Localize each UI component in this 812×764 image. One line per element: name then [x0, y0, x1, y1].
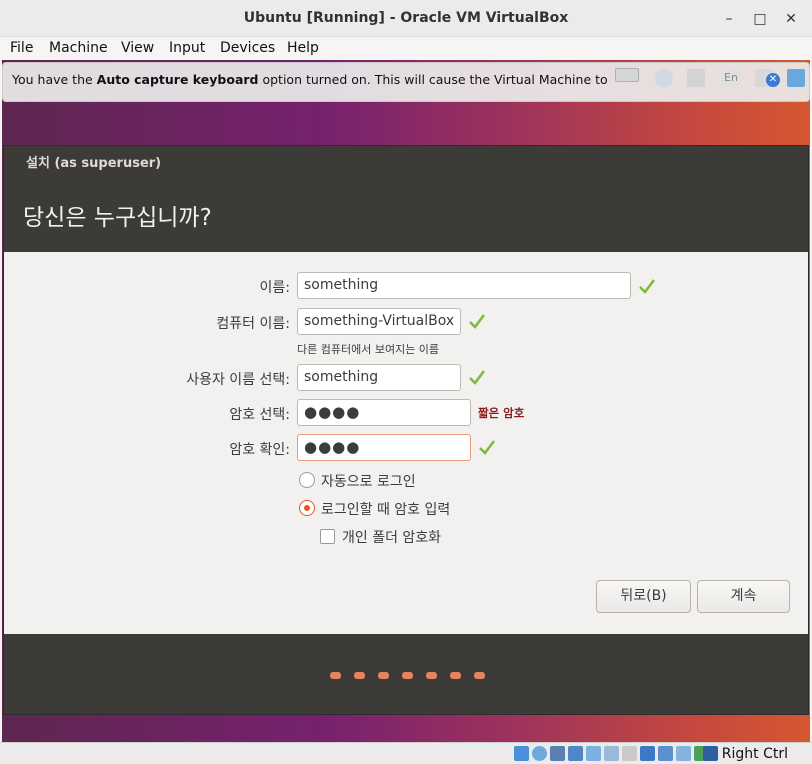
dialog-header: 설치 (as superuser) 당신은 누구십니까?: [4, 146, 808, 252]
name-label: 이름:: [259, 280, 290, 296]
username-label: 사용자 이름 선택:: [186, 372, 290, 388]
optical-drive-icon[interactable]: [532, 746, 547, 761]
menu-bar: File Machine View Input Devices Help: [0, 37, 812, 60]
progress-step: [426, 672, 437, 679]
require-password-radio[interactable]: [299, 500, 315, 516]
page-title: 당신은 누구십니까?: [23, 205, 212, 231]
dialog-body: 이름: something 컴퓨터 이름: something-VirtualB…: [4, 252, 808, 634]
menu-input[interactable]: Input: [169, 40, 205, 56]
dialog-window-title: 설치 (as superuser): [26, 156, 162, 171]
password-label: 암호 선택:: [229, 407, 290, 423]
progress-step: [402, 672, 413, 679]
mouse-integration-icon[interactable]: [676, 746, 691, 761]
audio-icon[interactable]: [550, 746, 565, 761]
encrypt-home-label[interactable]: 개인 폴더 암호화: [342, 527, 441, 547]
arrow-icon: [687, 69, 705, 87]
menu-machine[interactable]: Machine: [49, 40, 108, 56]
arrow-down-icon[interactable]: [703, 746, 718, 761]
check-icon: [469, 370, 485, 385]
progress-step: [330, 672, 341, 679]
menu-file[interactable]: File: [10, 40, 33, 56]
check-icon: [469, 314, 485, 329]
mouse-integration-icon: [655, 69, 673, 87]
close-button[interactable]: ✕: [780, 8, 802, 30]
window-titlebar: Ubuntu [Running] - Oracle VM VirtualBox …: [0, 0, 812, 37]
computer-name-label: 컴퓨터 이름:: [216, 316, 290, 332]
keyboard-icon: [615, 68, 639, 82]
progress-step: [378, 672, 389, 679]
continue-button[interactable]: 계속: [697, 580, 790, 613]
progress-step: [450, 672, 461, 679]
host-key-label: Right Ctrl: [721, 746, 788, 762]
confirm-password-field[interactable]: ●●●●: [297, 434, 471, 461]
video-capture-icon[interactable]: [640, 746, 655, 761]
language-badge-icon: En: [721, 69, 741, 87]
notification-text-part: You have the: [12, 72, 97, 87]
display-icon[interactable]: [622, 746, 637, 761]
notification-bold-option: Auto capture keyboard: [96, 72, 259, 87]
back-button[interactable]: 뒤로(B): [596, 580, 691, 613]
check-icon: [479, 440, 495, 455]
username-field[interactable]: something: [297, 364, 461, 391]
check-icon: [639, 279, 655, 294]
window-title: Ubuntu [Running] - Oracle VM VirtualBox: [243, 10, 569, 26]
keyboard-capture-notification: You have the Auto capture keyboard optio…: [2, 62, 810, 102]
auto-login-radio[interactable]: [299, 472, 315, 488]
mouse-pointer-icon[interactable]: [787, 69, 805, 87]
notification-text: You have the Auto capture keyboard optio…: [12, 72, 612, 87]
require-password-label[interactable]: 로그인할 때 암호 입력: [321, 499, 450, 519]
auto-login-label[interactable]: 자동으로 로그인: [321, 471, 416, 491]
computer-name-field[interactable]: something-VirtualBox: [297, 308, 461, 335]
menu-help[interactable]: Help: [287, 40, 319, 56]
hard-disk-icon[interactable]: [514, 746, 529, 761]
progress-step: [354, 672, 365, 679]
menu-view[interactable]: View: [121, 40, 154, 56]
minimize-button[interactable]: –: [718, 8, 740, 30]
encrypt-home-checkbox[interactable]: [320, 529, 335, 544]
progress-step: [474, 672, 485, 679]
dialog-footer: [4, 634, 808, 714]
menu-devices[interactable]: Devices: [220, 40, 275, 56]
password-field[interactable]: ●●●●: [297, 399, 471, 426]
shared-folders-icon[interactable]: [604, 746, 619, 761]
computer-name-hint: 다른 컴퓨터에서 보여지는 이름: [297, 343, 440, 356]
maximize-button[interactable]: □: [749, 8, 771, 30]
close-notification-icon[interactable]: ✕: [766, 73, 780, 87]
password-strength-warning: 짧은 암호: [478, 406, 525, 420]
cpu-icon[interactable]: [658, 746, 673, 761]
confirm-password-label: 암호 확인:: [229, 442, 290, 458]
notification-text-part: option turned on. This will cause the Vi…: [262, 72, 612, 87]
network-icon[interactable]: [568, 746, 583, 761]
installer-dialog: 설치 (as superuser) 당신은 누구십니까? 이름: somethi…: [3, 145, 809, 715]
name-field[interactable]: something: [297, 272, 631, 299]
usb-icon[interactable]: [586, 746, 601, 761]
status-bar: Right Ctrl: [0, 742, 812, 764]
